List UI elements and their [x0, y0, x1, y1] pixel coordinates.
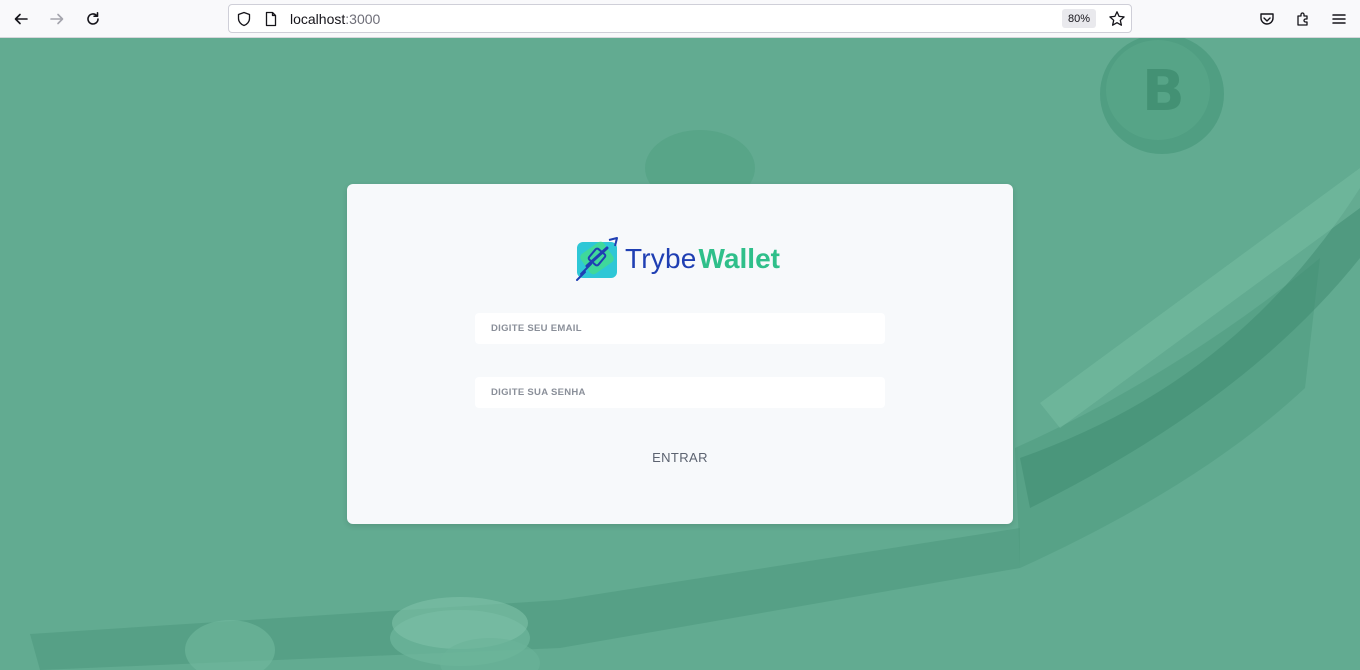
logo-word-wallet: Wallet	[698, 243, 780, 274]
url-text[interactable]: localhost:3000	[290, 11, 380, 27]
forward-arrow-icon[interactable]	[44, 6, 70, 32]
logo-word-trybe: Trybe	[625, 243, 697, 274]
star-icon[interactable]	[1108, 10, 1126, 28]
menu-icon[interactable]	[1326, 6, 1352, 32]
login-card: Trybe Wallet ENTRAR	[347, 184, 1013, 524]
svg-text:B: B	[1142, 59, 1185, 124]
email-input[interactable]	[475, 313, 885, 344]
page-background: B Trybe Wallet ENTRAR	[0, 38, 1360, 670]
wallet-rocket-icon	[576, 237, 618, 281]
back-arrow-icon[interactable]	[8, 6, 34, 32]
extensions-icon[interactable]	[1290, 6, 1316, 32]
shield-icon[interactable]	[236, 11, 252, 27]
password-input[interactable]	[475, 377, 885, 408]
browser-toolbar: localhost:3000 80%	[0, 0, 1360, 38]
url-bar[interactable]: localhost:3000 80%	[228, 4, 1132, 33]
zoom-badge[interactable]: 80%	[1062, 9, 1096, 28]
pocket-icon[interactable]	[1254, 6, 1280, 32]
reload-icon[interactable]	[80, 6, 106, 32]
login-submit-button[interactable]: ENTRAR	[630, 446, 730, 468]
page-icon[interactable]	[263, 11, 279, 27]
trybe-wallet-logo: Trybe Wallet	[573, 236, 780, 282]
